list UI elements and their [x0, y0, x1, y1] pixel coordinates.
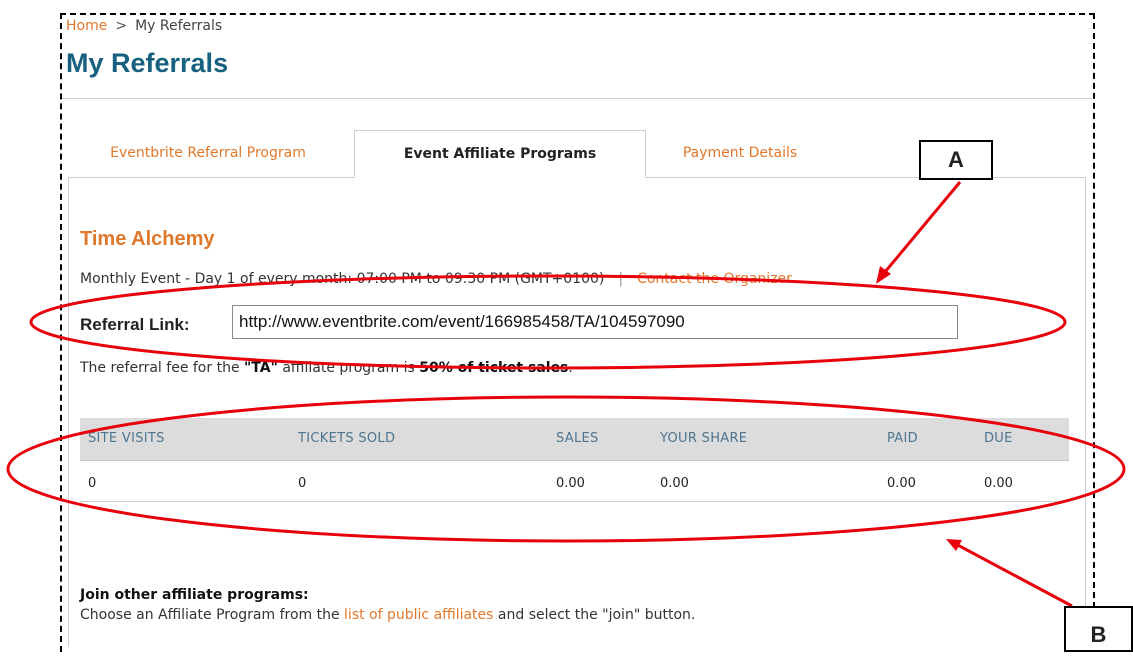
header-due: DUE [984, 431, 1013, 446]
tab-eventbrite-referral-program[interactable]: Eventbrite Referral Program [68, 130, 348, 178]
event-meta: Monthly Event - Day 1 of every month: 07… [80, 271, 792, 287]
annotation-dashed-border-top [60, 13, 1095, 15]
header-sales: SALES [556, 431, 599, 446]
join-affiliates-heading: Join other affiliate programs: [80, 587, 309, 603]
tab-payment-details[interactable]: Payment Details [650, 130, 830, 178]
page-title: My Referrals [66, 48, 229, 78]
referral-link-input[interactable] [232, 305, 958, 339]
event-title: Time Alchemy [80, 228, 215, 250]
annotation-callout-b: B [1064, 606, 1133, 652]
table-row: 0 0 0.00 0.00 0.00 0.00 [80, 460, 1069, 502]
cell-paid: 0.00 [887, 476, 916, 491]
cell-due: 0.00 [984, 476, 1013, 491]
fee-prefix: The referral fee for the [80, 360, 245, 376]
cell-tickets-sold: 0 [298, 476, 307, 491]
fee-middle: affiliate program is [277, 360, 420, 376]
event-schedule: Monthly Event - Day 1 of every month: 07… [80, 271, 605, 287]
stats-table-header: SITE VISITS TICKETS SOLD SALES YOUR SHAR… [80, 418, 1069, 461]
breadcrumb-current: My Referrals [135, 18, 223, 34]
tab-event-affiliate-programs[interactable]: Event Affiliate Programs [354, 130, 646, 178]
join-affiliates-text: Choose an Affiliate Program from the lis… [80, 607, 695, 623]
header-your-share: YOUR SHARE [660, 431, 748, 446]
breadcrumb: Home > My Referrals [66, 18, 222, 34]
join-text-before: Choose an Affiliate Program from the [80, 607, 345, 623]
page: Home > My Referrals My Referrals Eventbrit… [0, 0, 1133, 652]
annotation-dashed-border-left [60, 13, 62, 652]
annotation-callout-a: A [919, 140, 993, 180]
header-paid: PAID [887, 431, 918, 446]
annotation-dashed-border-right [1093, 13, 1095, 608]
referral-fee-line: The referral fee for the "TA" affiliate … [80, 360, 573, 376]
fee-program-name: "TA" [244, 360, 278, 376]
breadcrumb-separator: > [115, 18, 128, 34]
header-divider [62, 98, 1092, 99]
tab-panel [68, 177, 1086, 647]
header-site-visits: SITE VISITS [88, 431, 165, 446]
header-tickets-sold: TICKETS SOLD [298, 431, 396, 446]
cell-site-visits: 0 [88, 476, 97, 491]
public-affiliates-link[interactable]: list of public affiliates [344, 607, 493, 623]
join-text-after: and select the "join" button. [493, 607, 696, 623]
cell-sales: 0.00 [556, 476, 585, 491]
stats-table: SITE VISITS TICKETS SOLD SALES YOUR SHAR… [80, 418, 1069, 502]
fee-suffix: . [568, 360, 573, 376]
fee-amount: 50% of ticket sales [419, 360, 569, 376]
contact-organizer-link[interactable]: Contact the Organizer [637, 271, 792, 287]
breadcrumb-home-link[interactable]: Home [66, 18, 107, 34]
meta-separator: | [618, 271, 624, 287]
referral-link-label: Referral Link: [80, 315, 190, 334]
cell-your-share: 0.00 [660, 476, 689, 491]
